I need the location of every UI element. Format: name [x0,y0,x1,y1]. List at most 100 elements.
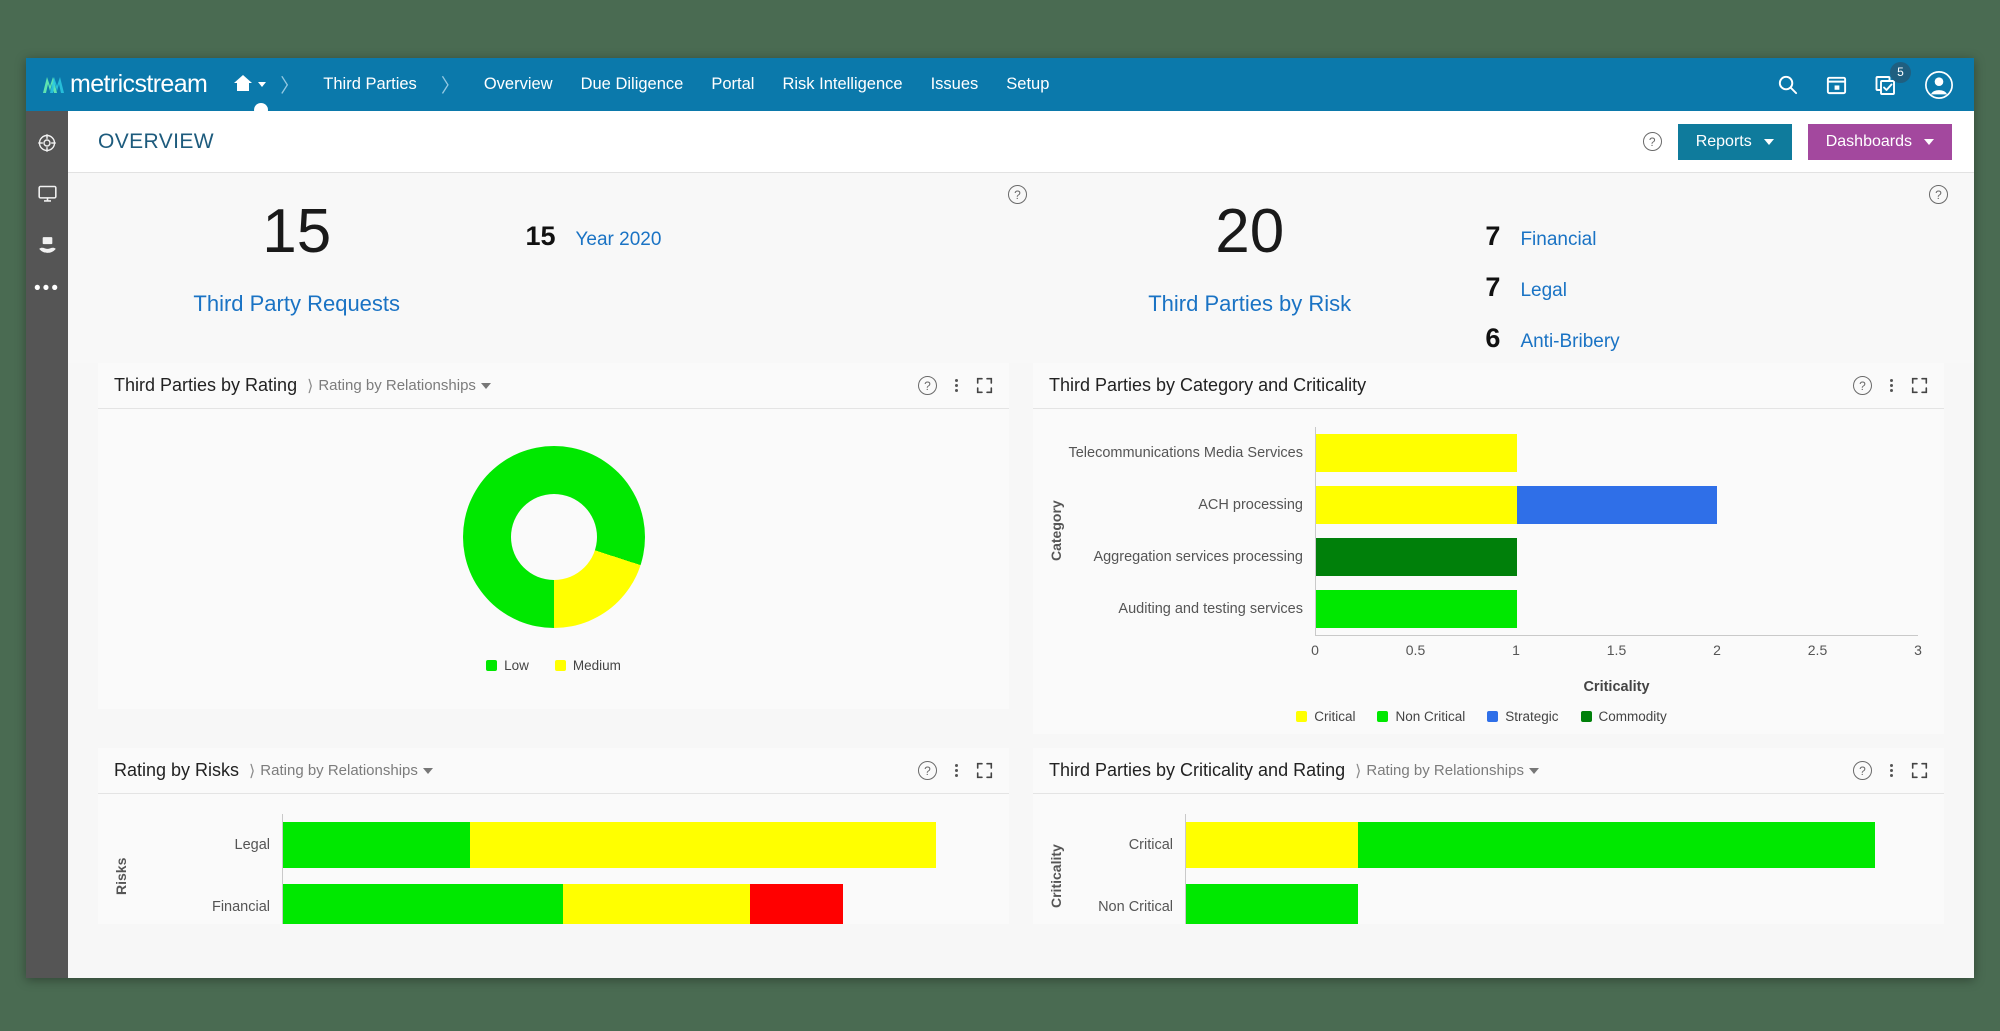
more-options-icon[interactable] [955,379,958,392]
legend-item-non-critical[interactable]: Non Critical [1377,709,1465,724]
kpi-breakdown-label[interactable]: Financial [1520,229,1596,251]
reports-button[interactable]: Reports [1677,123,1792,160]
breadcrumb-separator: 〉 [280,76,300,97]
card-title: Third Parties by Rating [114,375,298,395]
kpi-breakdown-row[interactable]: 7 Legal [1478,272,1974,303]
nav-item-issues[interactable]: Issues [917,75,993,94]
donut-chart[interactable] [462,445,645,628]
service-hand-icon[interactable] [37,234,58,255]
top-navigation-bar: metricstream 〉 Third Parties 〉 Overview … [26,58,1974,117]
bar-category-label: Telecommunications Media Services [1068,445,1303,461]
chevron-right-icon: ⟩ [1355,762,1362,780]
x-axis-ticks: 0 0.5 1 1.5 2 2.5 3 [1311,635,1922,658]
bar-category-label: Aggregation services processing [1093,549,1303,565]
home-button[interactable] [233,74,267,96]
bar-segment[interactable] [283,822,470,868]
bar-segment[interactable] [469,822,937,868]
legend-item-commodity[interactable]: Commodity [1580,709,1667,724]
kpi-primary[interactable]: 15 Third Party Requests [68,173,525,317]
legend-swatch-icon [1296,711,1308,722]
calendar-icon[interactable] [1825,73,1848,96]
target-icon[interactable] [37,133,57,153]
help-icon[interactable]: ? [918,761,937,780]
legend-item-medium[interactable]: Medium [554,658,621,673]
kpi-breakdown-row[interactable]: 6 Anti-Bribery [1478,323,1974,354]
more-icon[interactable]: ••• [34,279,60,298]
expand-icon[interactable] [976,377,993,394]
bar-category-label: Critical [1128,837,1173,853]
more-options-icon[interactable] [1890,764,1893,777]
bar-segment[interactable] [1186,884,1359,924]
bar-segment[interactable] [563,884,750,924]
expand-icon[interactable] [1911,377,1928,394]
bar-segment[interactable] [1316,538,1517,576]
bar-segment[interactable] [1358,822,1875,868]
kpi-label[interactable]: Third Party Requests [68,291,525,317]
expand-icon[interactable] [976,762,993,779]
chevron-down-icon [258,82,267,87]
help-icon[interactable]: ? [1853,376,1872,395]
bar-segment[interactable] [283,884,563,924]
user-avatar-icon[interactable] [1924,70,1954,100]
monitor-icon[interactable] [37,183,58,204]
x-axis-tick: 0 [1311,642,1319,658]
kpi-value: 20 [1215,197,1285,266]
kpi-breakdown-value: 7 [1485,272,1501,302]
nav-actions: 5 [1776,61,1954,100]
rating-by-risks-chart: Risks Legal Financial [98,794,1009,924]
tasks-badge: 5 [1890,61,1911,83]
nav-item-risk-intelligence[interactable]: Risk Intelligence [768,75,916,94]
kpi-breakdown-label[interactable]: Legal [1520,280,1567,302]
card-subtitle[interactable]: ⟩ Rating by Relationships [307,376,491,396]
expand-icon[interactable] [1911,762,1928,779]
legend-label: Strategic [1505,709,1559,724]
legend-item-critical[interactable]: Critical [1296,709,1355,724]
bar-segment[interactable] [1316,434,1517,472]
bar-segment[interactable] [749,884,843,924]
search-icon[interactable] [1776,73,1799,96]
x-axis-tick: 0.5 [1405,642,1426,658]
kpi-primary[interactable]: 20 Third Parties by Risk [1021,173,1478,317]
dashboards-button[interactable]: Dashboards [1807,123,1952,160]
page-header-actions: ? Reports Dashboards [1642,123,1952,160]
kpi-breakdown-value: 6 [1485,323,1501,353]
x-axis-tick: 3 [1914,642,1922,658]
card-subtitle[interactable]: ⟩ Rating by Relationships [1355,761,1539,781]
kpi-right-help-icon[interactable]: ? [1929,185,1948,204]
legend-item-low[interactable]: Low [486,658,529,673]
bar-track [1315,583,1918,635]
kpi-breakdown-label[interactable]: Year 2020 [575,229,661,251]
tasks-icon[interactable]: 5 [1874,61,1911,97]
chevron-down-icon [480,382,491,389]
nav-item-setup[interactable]: Setup [992,75,1063,94]
nav-item-due-diligence[interactable]: Due Diligence [567,75,698,94]
card-rating-by-risks: Rating by Risks ⟩ Rating by Relationship… [86,748,1021,938]
bar-segment[interactable] [1316,486,1517,524]
legend-swatch-icon [1580,711,1592,722]
nav-item-portal[interactable]: Portal [697,75,768,94]
help-icon[interactable]: ? [1853,761,1872,780]
legend-item-strategic[interactable]: Strategic [1487,709,1559,724]
more-options-icon[interactable] [955,764,958,777]
kpi-label[interactable]: Third Parties by Risk [1021,291,1478,317]
nav-item-third-parties[interactable]: Third Parties [309,75,431,94]
bar-row: ACH processing [1067,479,1918,531]
help-icon[interactable]: ? [918,376,937,395]
bar-segment[interactable] [1186,822,1359,868]
nav-item-overview[interactable]: Overview [470,75,567,94]
metricstream-logo[interactable]: metricstream [40,70,208,99]
card-third-parties-by-criticality-and-rating: Third Parties by Criticality and Rating … [1021,748,1956,938]
kpi-left-help-icon[interactable]: ? [1008,185,1027,204]
card-tools: ? [918,376,993,395]
bar-segment[interactable] [1316,590,1517,628]
help-icon[interactable]: ? [1642,132,1662,151]
bar-row: Auditing and testing services [1067,583,1918,635]
kpi-breakdown-row[interactable]: 15 Year 2020 [525,221,1021,252]
card-subtitle[interactable]: ⟩ Rating by Relationships [249,761,433,781]
kpi-breakdown-label[interactable]: Anti-Bribery [1520,331,1619,353]
bar-segment[interactable] [1516,486,1718,524]
bar-category-label: Financial [211,899,270,915]
kpi-breakdown-row[interactable]: 7 Financial [1478,221,1974,252]
more-options-icon[interactable] [1890,379,1893,392]
metricstream-logo-icon [40,72,66,98]
